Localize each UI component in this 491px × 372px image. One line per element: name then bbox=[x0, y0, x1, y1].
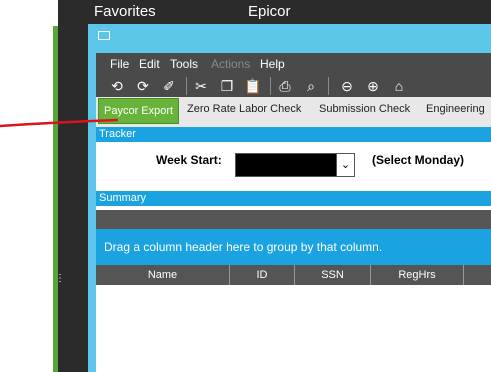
chevron-down-icon[interactable]: ⌄ bbox=[336, 154, 354, 176]
grid-header: Name ID SSN RegHrs bbox=[96, 265, 491, 285]
taskbar: Favorites Epicor bbox=[88, 0, 491, 24]
clear-icon[interactable]: ✐ bbox=[160, 77, 178, 95]
toolbar-separator bbox=[186, 77, 187, 95]
summary-section-header: Summary bbox=[96, 191, 491, 206]
menu-help[interactable]: Help bbox=[260, 57, 285, 71]
window-icon bbox=[98, 31, 110, 40]
menu-tools[interactable]: Tools bbox=[170, 57, 198, 71]
select-monday-hint: (Select Monday) bbox=[372, 153, 465, 167]
toolbar-separator bbox=[270, 77, 271, 95]
tracker-section-header: Tracker bbox=[96, 127, 491, 142]
refresh-icon[interactable]: ⟲ bbox=[108, 77, 126, 95]
favorites-label[interactable]: Favorites bbox=[94, 3, 156, 20]
resize-grip-icon[interactable]: ⋮ bbox=[55, 274, 65, 284]
menu-edit[interactable]: Edit bbox=[139, 57, 160, 71]
column-header-ssn[interactable]: SSN bbox=[295, 265, 371, 285]
paste-icon[interactable]: 📋 bbox=[244, 77, 262, 95]
cut-icon[interactable]: ✂ bbox=[192, 77, 210, 95]
toolbar-separator bbox=[328, 77, 329, 95]
column-header-more[interactable] bbox=[464, 265, 491, 285]
tab-engineering[interactable]: Engineering bbox=[426, 103, 485, 115]
back-icon[interactable]: ⊖ bbox=[338, 77, 356, 95]
grid-toolbar bbox=[96, 210, 491, 229]
print-icon[interactable]: ⎙ bbox=[276, 77, 294, 95]
tab-bar: Paycor Export Zero Rate Labor Check Subm… bbox=[96, 97, 491, 127]
dark-side-panel bbox=[58, 0, 88, 372]
content-area: Tracker Week Start: ⌄ (Select Monday) Su… bbox=[96, 127, 491, 372]
menu-actions: Actions bbox=[211, 57, 251, 71]
menu-toolbar: File Edit Tools Actions Help ⟲ ⟳ ✐ ✂ ❐ 📋… bbox=[96, 53, 491, 97]
week-start-label: Week Start: bbox=[156, 153, 222, 167]
column-header-id[interactable]: ID bbox=[230, 265, 295, 285]
column-header-name[interactable]: Name bbox=[96, 265, 230, 285]
home-icon[interactable]: ⌂ bbox=[390, 77, 408, 95]
app-label[interactable]: Epicor bbox=[248, 3, 291, 20]
sync-icon[interactable]: ⟳ bbox=[134, 77, 152, 95]
left-background bbox=[0, 0, 58, 372]
column-header-reghrs[interactable]: RegHrs bbox=[371, 265, 464, 285]
tab-zero-rate-labor-check[interactable]: Zero Rate Labor Check bbox=[187, 103, 301, 115]
annotation-red-line bbox=[0, 118, 119, 128]
week-start-select[interactable]: ⌄ bbox=[235, 153, 355, 177]
group-by-area[interactable]: Drag a column header here to group by th… bbox=[96, 229, 491, 265]
tab-submission-check[interactable]: Submission Check bbox=[319, 103, 410, 115]
copy-icon[interactable]: ❐ bbox=[218, 77, 236, 95]
menu-file[interactable]: File bbox=[110, 57, 129, 71]
forward-icon[interactable]: ⊕ bbox=[364, 77, 382, 95]
grid-body[interactable] bbox=[96, 285, 491, 372]
print-preview-icon[interactable]: ⌕ bbox=[302, 77, 320, 95]
